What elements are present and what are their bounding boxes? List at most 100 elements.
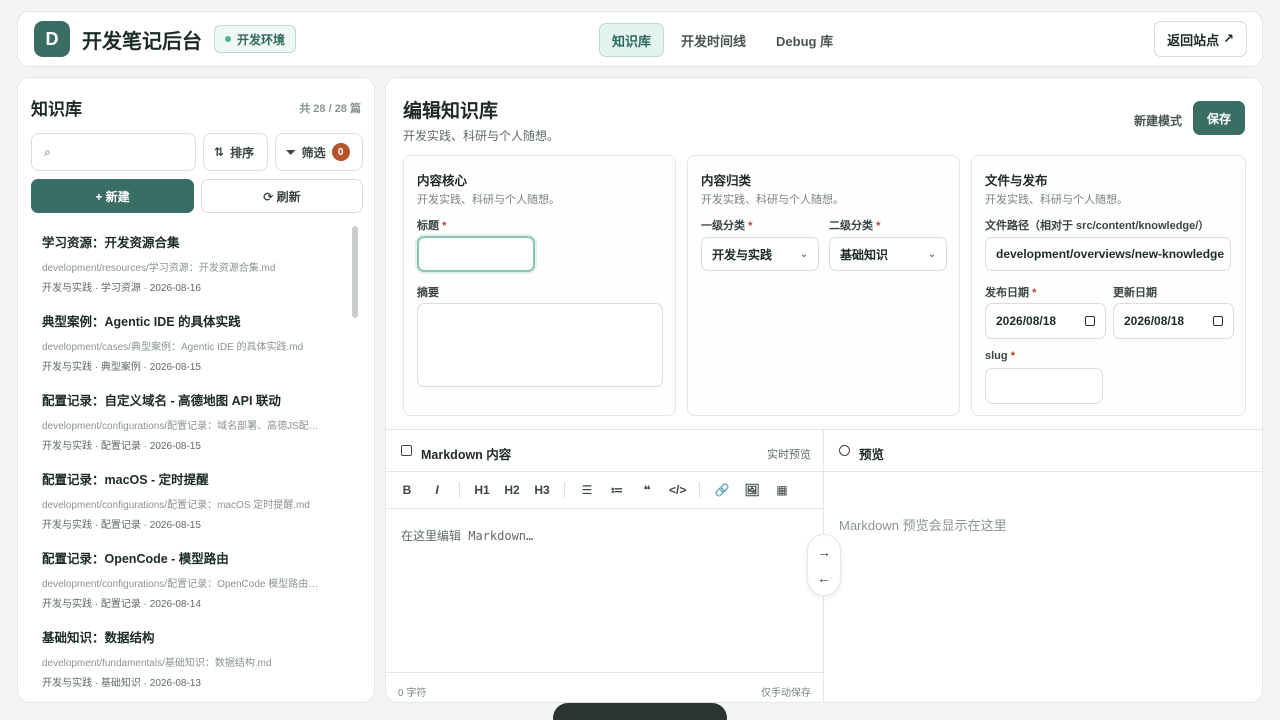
tab-timeline[interactable]: 开发时间线 [668,23,759,57]
back-to-site-button[interactable]: 返回站点 ↗ [1154,21,1247,57]
card-subtitle: 开发实践、科研与个人随想。 [417,194,560,206]
eye-icon [839,445,850,456]
update-date-label: 更新日期 [1113,287,1157,299]
numbered-list-icon[interactable]: ≔ [609,483,625,497]
list-item[interactable]: 配置记录：OpenCode - 模型路由 development/configu… [31,540,353,619]
path-label: 文件路径（相对于 src/content/knowledge/） [985,220,1210,232]
list-item[interactable]: 基础知识：数据结构 development/fundamentals/基础知识：… [31,619,353,698]
calendar-icon[interactable] [1213,316,1223,326]
markdown-toolbar: B I H1 H2 H3 ☰ ≔ ❝ </> 🔗 🖼 ▦ [386,472,823,509]
level1-select[interactable]: 开发与实践 ⌄ [701,237,819,271]
update-date-input[interactable]: 2026/08/18 [1113,303,1234,339]
italic-icon[interactable]: I [429,483,445,497]
title-field-label: 标题 * [417,220,447,232]
heading1-icon[interactable]: H1 [474,483,490,497]
back-to-site-label: 返回站点 [1167,32,1220,48]
heading2-icon[interactable]: H2 [504,483,520,497]
list-item-path: development/resources/学习资源：开发资源合集.md [42,263,276,274]
list-item[interactable]: 学习资源：开发资源合集 development/resources/学习资源：开… [31,224,353,303]
category-card: 内容归类 开发实践、科研与个人随想。 一级分类 * 开发与实践 ⌄ 二级分类 *… [687,155,960,416]
markdown-textarea[interactable]: 在这里编辑 Markdown… [401,527,533,544]
preview-header: 预览 [824,430,1262,472]
filter-count-badge: 0 [331,143,350,161]
top-bar: D 开发笔记后台 开发环境 知识库 开发时间线 Debug 库 返回站点 ↗ [17,11,1263,67]
bottom-dock[interactable] [553,703,727,720]
env-badge-label: 开发环境 [237,32,286,47]
list-item-title: 学习资源：开发资源合集 [42,236,180,250]
publish-date-input[interactable]: 2026/08/18 [985,303,1106,339]
list-item[interactable]: 配置记录：自定义域名 - 高德地图 API 联动 development/con… [31,382,353,461]
update-date-value: 2026/08/18 [1124,314,1185,328]
search-input[interactable]: ⌕ [31,133,196,171]
slug-input[interactable] [985,368,1103,404]
heading3-icon[interactable]: H3 [534,483,550,497]
calendar-icon[interactable] [1085,316,1095,326]
arrow-right-icon[interactable]: → [817,544,831,560]
refresh-button[interactable]: ⟳ 刷新 [201,179,363,213]
card-title: 内容核心 [417,174,468,188]
list-item[interactable]: 配置记录：macOS - 定时提醒 development/configurat… [31,461,353,540]
save-mode-label: 仅手动保存 [761,688,811,699]
list-item-meta: 开发与实践 · 典型案例 · 2026-08-15 [42,362,201,373]
editor-title: Markdown 内容 [421,448,512,462]
tab-knowledge[interactable]: 知识库 [599,23,665,57]
level2-value: 基础知识 [840,247,889,262]
search-icon: ⌕ [44,144,51,159]
char-count: 0 字符 [398,688,427,699]
toolbar-divider [564,482,565,498]
env-badge: 开发环境 [214,25,297,53]
toolbar-divider [459,482,460,498]
arrow-left-icon[interactable]: ← [817,570,831,586]
code-icon[interactable]: </> [669,483,686,497]
sort-label: 排序 [230,145,255,160]
knowledge-list-panel: 知识库 共 28 / 28 篇 ⌕ ⇅ 排序 ⏷ 筛选 0 + 新建 ⟳ 刷新 … [17,77,375,703]
bold-icon[interactable]: B [399,483,415,497]
list-item-title: 配置记录：自定义域名 - 高德地图 API 联动 [42,394,281,408]
image-icon[interactable]: 🖼 [744,483,760,497]
slug-label: slug * [985,350,1015,362]
tab-debug[interactable]: Debug 库 [763,23,846,57]
list-item-title: 基础知识：数据结构 [42,631,155,645]
save-button[interactable]: 保存 [1193,101,1245,135]
live-preview-toggle[interactable]: 实时预览 [767,446,811,462]
card-title: 内容归类 [701,174,752,188]
app-logo: D [34,21,70,57]
status-dot-icon [225,36,231,42]
list-item-meta: 开发与实践 · 基础知识 · 2026-08-13 [42,678,201,689]
list-item-title: 配置记录：macOS - 定时提醒 [42,473,209,487]
filter-button[interactable]: ⏷ 筛选 0 [275,133,363,171]
level2-select[interactable]: 基础知识 ⌄ [829,237,947,271]
list-item-path: development/configurations/配置记录：macOS 定时… [42,500,310,511]
editor-panel: 编辑知识库 开发实践、科研与个人随想。 新建模式 保存 内容核心 开发实践、科研… [385,77,1263,703]
publish-date-label: 发布日期 * [985,287,1037,299]
summary-textarea[interactable] [417,303,663,387]
table-icon[interactable]: ▦ [774,483,790,497]
list-item-title: 配置记录：OpenCode - 模型路由 [42,552,229,566]
card-subtitle: 开发实践、科研与个人随想。 [985,194,1128,206]
new-entry-button[interactable]: + 新建 [31,179,194,213]
quote-icon[interactable]: ❝ [639,483,655,497]
list-item[interactable]: 典型案例：Agentic IDE 的具体实践 development/cases… [31,303,353,382]
bullet-list-icon[interactable]: ☰ [579,483,595,497]
mode-label: 新建模式 [1133,114,1182,128]
external-link-icon: ↗ [1223,31,1234,46]
list-item-meta: 开发与实践 · 学习资源 · 2026-08-16 [42,283,201,294]
pane-swap-control: → ← [807,534,841,596]
list-item-path: development/cases/典型案例：Agentic IDE 的具体实践… [42,342,304,353]
markdown-editor: Markdown 内容 实时预览 B I H1 H2 H3 ☰ ≔ ❝ </> … [386,429,824,702]
level1-label: 一级分类 * [701,220,753,232]
level1-value: 开发与实践 [712,247,773,262]
list-scrollbar[interactable] [350,224,360,694]
scrollbar-thumb[interactable] [352,226,358,318]
card-title: 文件与发布 [985,174,1048,188]
list-item-meta: 开发与实践 · 配置记录 · 2026-08-15 [42,520,201,531]
preview-placeholder: Markdown 预览会显示在这里 [839,518,1007,533]
file-path-input[interactable]: development/overviews/new-knowledge [985,237,1231,271]
summary-field-label: 摘要 [417,287,439,299]
sort-button[interactable]: ⇅ 排序 [203,133,268,171]
chevron-down-icon: ⌄ [799,248,808,260]
title-input[interactable] [417,236,535,272]
editor-header: Markdown 内容 实时预览 [386,430,823,472]
link-icon[interactable]: 🔗 [714,483,730,497]
main-tabs: 知识库 开发时间线 Debug 库 [599,23,846,57]
